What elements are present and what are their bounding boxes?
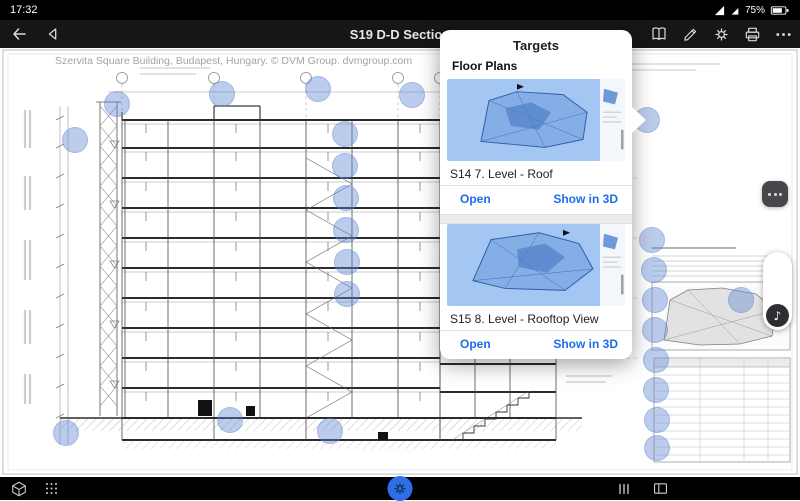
link-marker[interactable]: [305, 76, 331, 102]
app-toolbar: S19 D-D Section: [0, 20, 800, 48]
link-marker[interactable]: [334, 249, 360, 275]
network-icon: [730, 5, 740, 16]
battery-icon: [770, 5, 790, 16]
drawing-viewport[interactable]: Szervita Square Building, Budapest, Hung…: [0, 48, 800, 477]
split-view-icon: [652, 480, 669, 497]
gear-icon: [712, 25, 731, 44]
settings-fab[interactable]: [388, 476, 413, 501]
clock: 17:32: [10, 4, 38, 16]
gear-icon: [393, 481, 408, 496]
status-bar: 17:32 75%: [0, 0, 800, 20]
target-title: S14 7. Level - Roof: [440, 161, 632, 185]
side-more-button[interactable]: [762, 181, 788, 207]
split-view-button[interactable]: [652, 480, 669, 497]
grid-dots-icon: [44, 481, 59, 496]
popup-title: Targets: [440, 30, 632, 59]
link-marker[interactable]: [53, 420, 79, 446]
link-marker[interactable]: [643, 377, 669, 403]
sheet-list-button[interactable]: [646, 21, 672, 47]
back-arrow-icon: [9, 24, 29, 44]
pages-view-button[interactable]: [616, 481, 632, 497]
link-marker[interactable]: [642, 317, 668, 343]
link-marker[interactable]: [317, 418, 343, 444]
link-marker[interactable]: [104, 91, 130, 117]
link-marker[interactable]: [643, 347, 669, 373]
link-marker[interactable]: [334, 281, 360, 307]
link-marker[interactable]: [333, 217, 359, 243]
open-button[interactable]: Open: [460, 337, 491, 351]
cube-icon: [10, 480, 28, 498]
link-marker[interactable]: [332, 121, 358, 147]
side-tool-pill[interactable]: ♪: [763, 252, 792, 330]
target-title: S15 8. Level - Rooftop View: [440, 306, 632, 330]
link-marker[interactable]: [642, 287, 668, 313]
popup-tail: [632, 107, 646, 133]
audio-note-icon[interactable]: ♪: [766, 304, 789, 327]
sheet-list-icon: [649, 24, 669, 44]
signal-icon: [714, 5, 725, 16]
link-marker[interactable]: [644, 407, 670, 433]
previous-triangle-icon: [44, 25, 62, 43]
card-separator: [440, 214, 632, 224]
more-dots-icon: [768, 193, 771, 196]
floor-plan-thumbnail[interactable]: [447, 79, 625, 161]
target-card: S15 8. Level - Rooftop View Open Show in…: [440, 224, 632, 359]
link-marker[interactable]: [641, 257, 667, 283]
pencil-icon: [681, 25, 700, 44]
battery-percent: 75%: [745, 5, 765, 16]
target-card: S14 7. Level - Roof Open Show in 3D: [440, 79, 632, 214]
3d-model-button[interactable]: [10, 480, 28, 498]
sheet-title: S19 D-D Section: [350, 20, 450, 48]
printer-icon: [743, 25, 762, 44]
items-grid-button[interactable]: [44, 481, 59, 496]
floor-plan-thumbnail[interactable]: [447, 224, 625, 306]
previous-sheet-button[interactable]: [40, 21, 66, 47]
link-marker[interactable]: [399, 82, 425, 108]
link-marker[interactable]: [333, 185, 359, 211]
more-options-button[interactable]: [770, 21, 796, 47]
markup-button[interactable]: [677, 21, 703, 47]
more-dots-icon: [774, 25, 793, 44]
link-marker[interactable]: [217, 407, 243, 433]
link-marker[interactable]: [728, 287, 754, 313]
popup-section-label: Floor Plans: [440, 59, 632, 79]
targets-popup: Targets Floor Plans S14 7. Level - Roof …: [440, 30, 632, 359]
bottom-bar: [0, 477, 800, 500]
settings-button[interactable]: [708, 21, 734, 47]
link-marker[interactable]: [209, 81, 235, 107]
link-marker[interactable]: [639, 227, 665, 253]
vertical-bars-icon: [616, 481, 632, 497]
watermark: Szervita Square Building, Budapest, Hung…: [55, 55, 412, 67]
link-marker[interactable]: [332, 153, 358, 179]
link-marker[interactable]: [62, 127, 88, 153]
show-in-3d-button[interactable]: Show in 3D: [553, 192, 618, 206]
show-in-3d-button[interactable]: Show in 3D: [553, 337, 618, 351]
back-button[interactable]: [6, 21, 32, 47]
print-button[interactable]: [739, 21, 765, 47]
link-marker[interactable]: [644, 435, 670, 461]
open-button[interactable]: Open: [460, 192, 491, 206]
